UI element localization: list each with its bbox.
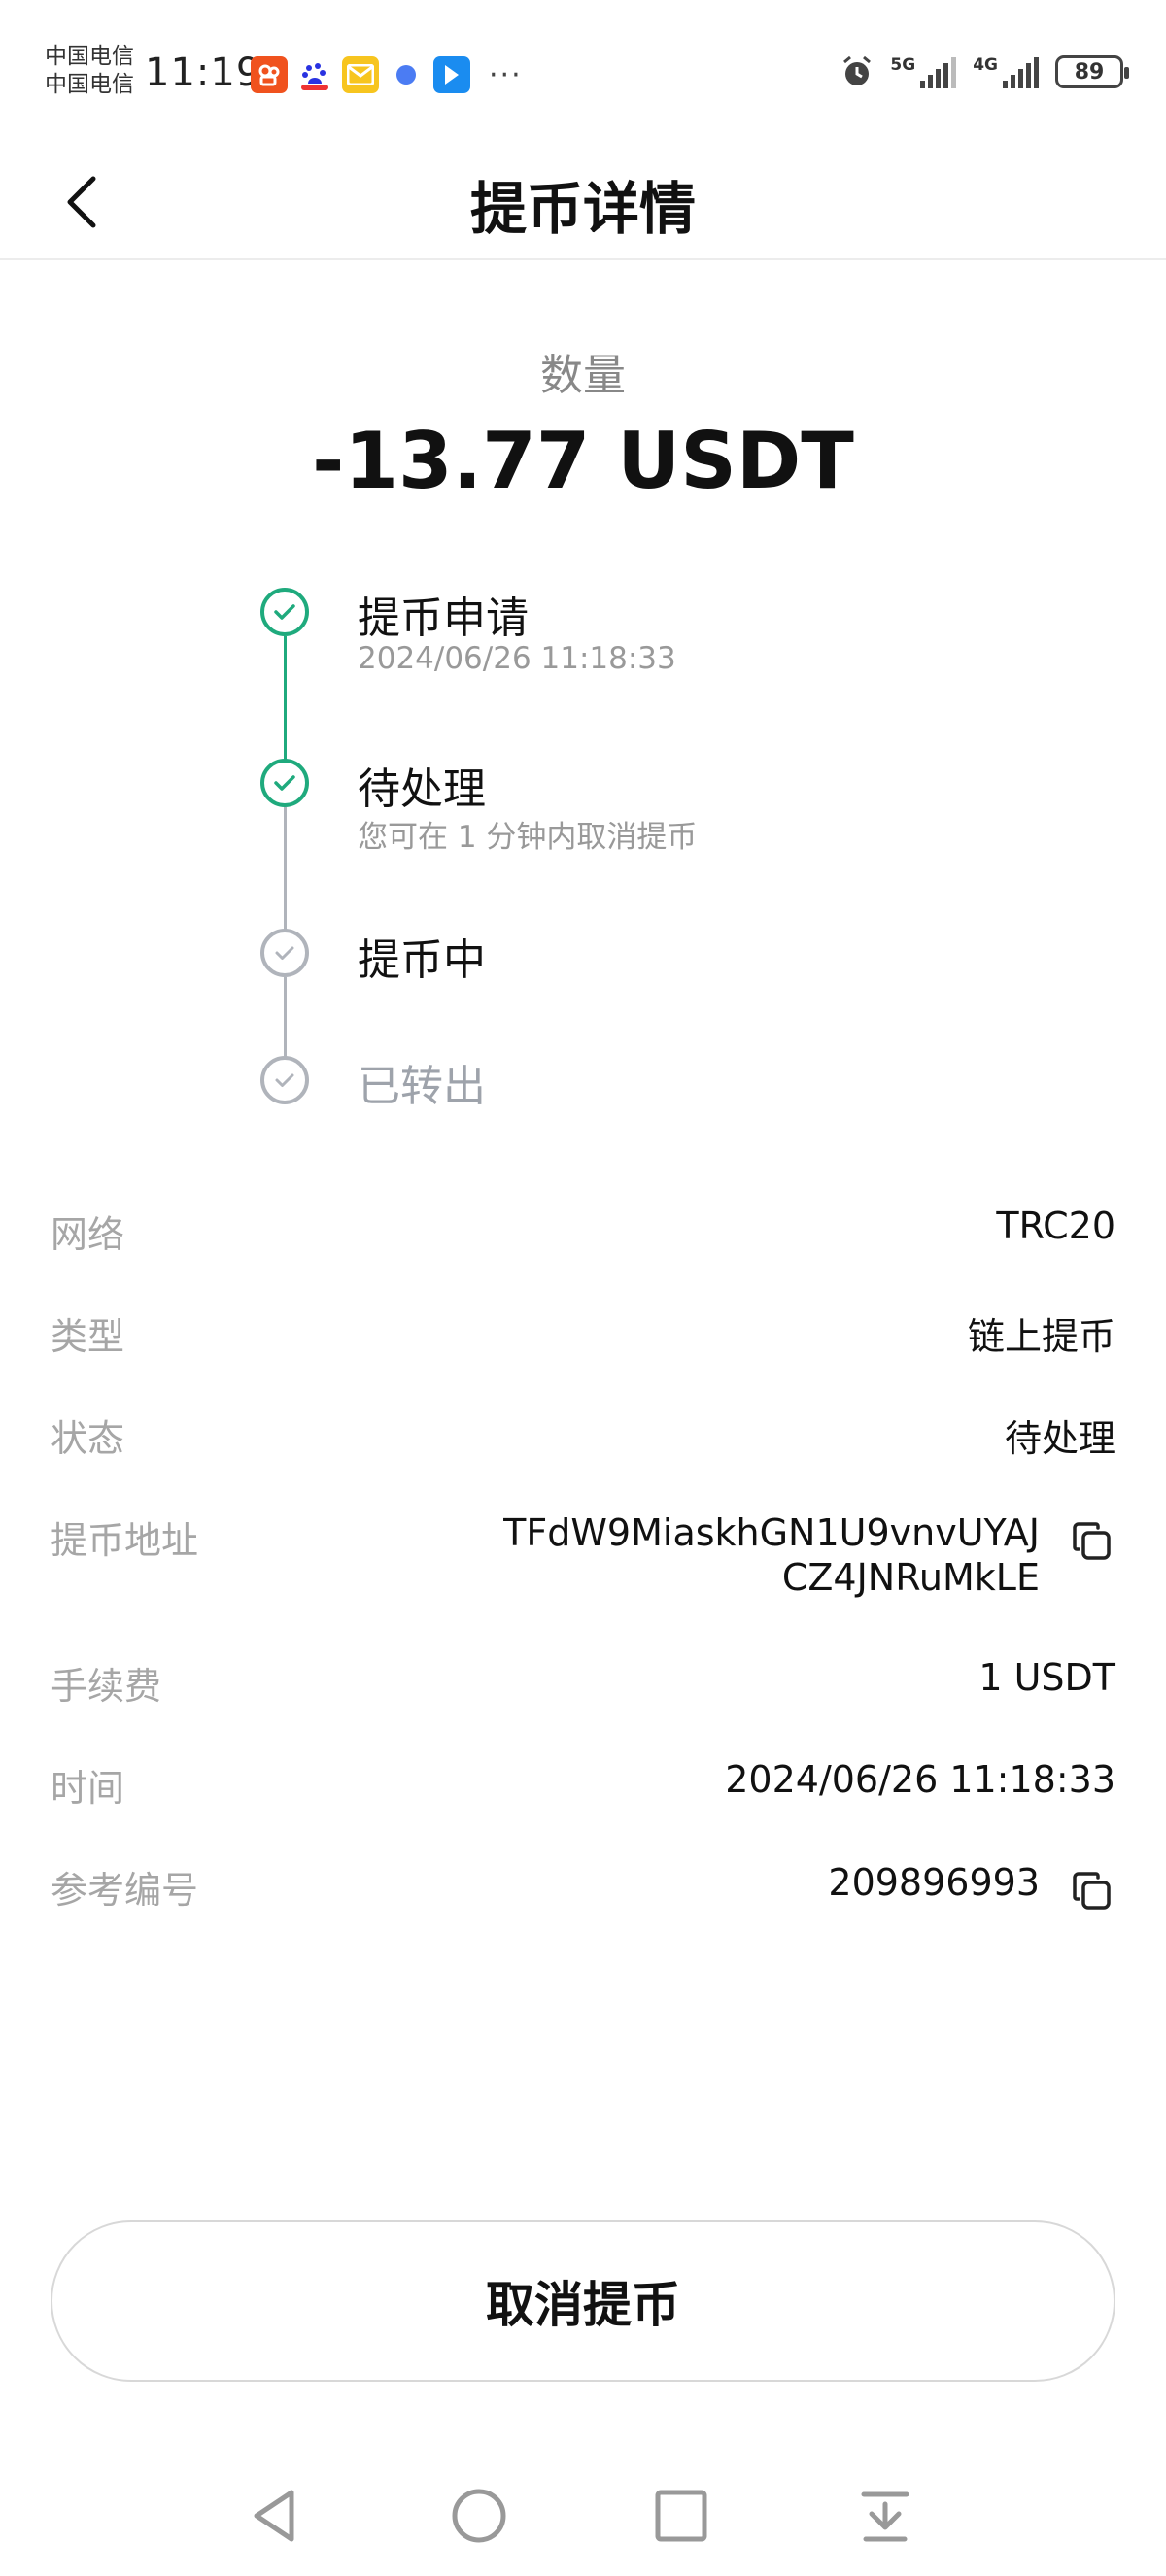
timeline-connector-pending (284, 807, 287, 948)
copy-address-button[interactable] (1069, 1518, 1115, 1565)
status-label: 状态 (51, 1417, 125, 1460)
copy-reference-button[interactable] (1069, 1868, 1115, 1915)
fee-label: 手续费 (51, 1665, 162, 1708)
network-label-5g: 5G (890, 55, 916, 75)
baidu-icon (296, 56, 333, 93)
circle-home-icon (452, 2489, 506, 2543)
address-value: TFdW9MiaskhGN1U9vnvUYAJ CZ4JNRuMkLE (503, 1510, 1040, 1600)
more-notifications-icon: ··· (489, 57, 523, 92)
step-pending-icon (260, 929, 309, 977)
triangle-back-icon (254, 2490, 294, 2542)
signal-4g-icon: 4G (973, 55, 1040, 88)
address-line-1: TFdW9MiaskhGN1U9vnvUYAJ (503, 1511, 1040, 1554)
page-title: 提币详情 (469, 176, 696, 242)
step-4-title: 已转出 (358, 1062, 486, 1111)
carrier-info: 中国电信 中国电信 (45, 43, 134, 99)
system-indicators: 5G 4G 89 (840, 54, 1129, 89)
withdraw-details: 网络 TRC20 类型 链上提币 状态 待处理 提币地址 TFdW9Miaskh… (51, 1204, 1115, 1962)
step-check-icon (260, 759, 309, 807)
network-value: TRC20 (996, 1204, 1115, 1247)
detail-row-time: 时间 2024/06/26 11:18:33 (51, 1758, 1115, 1860)
fee-value: 1 USDT (978, 1656, 1115, 1699)
step-1-time: 2024/06/26 11:18:33 (358, 641, 676, 676)
reference-value: 209896993 (828, 1861, 1040, 1904)
step-check-icon (260, 588, 309, 636)
address-line-2: CZ4JNRuMkLE (781, 1556, 1040, 1599)
detail-row-reference: 参考编号 209896993 (51, 1860, 1115, 1962)
page-header: 提币详情 (0, 126, 1166, 260)
cancel-withdraw-button[interactable]: 取消提币 (51, 2220, 1115, 2382)
step-pending-icon (260, 1056, 309, 1104)
detail-row-fee: 手续费 1 USDT (51, 1656, 1115, 1758)
reference-label: 参考编号 (51, 1869, 199, 1912)
detail-row-address: 提币地址 TFdW9MiaskhGN1U9vnvUYAJ CZ4JNRuMkLE (51, 1510, 1115, 1656)
kuaishou-icon (251, 56, 288, 93)
network-label: 网络 (51, 1213, 125, 1256)
pull-down-icon (861, 2491, 909, 2542)
mail-icon (342, 56, 379, 93)
amount-label: 数量 (540, 351, 626, 400)
step-2-title: 待处理 (358, 764, 486, 814)
nav-back-button[interactable] (237, 2477, 315, 2555)
notification-icons: ··· (251, 56, 523, 93)
nav-notification-button[interactable] (846, 2477, 924, 2555)
dot-app-icon (388, 56, 425, 93)
alarm-icon (843, 55, 872, 85)
copy-icon (1073, 1522, 1111, 1560)
status-value: 待处理 (1004, 1417, 1115, 1460)
copy-icon (1073, 1872, 1111, 1910)
step-3-title: 提币中 (358, 935, 486, 985)
timeline-connector-done (284, 636, 287, 763)
status-clock: 11:19 (145, 51, 262, 95)
detail-row-status: 状态 待处理 (51, 1408, 1115, 1510)
feishu-icon (433, 56, 470, 93)
type-label: 类型 (51, 1315, 125, 1358)
amount-value: -13.77 USDT (312, 416, 854, 506)
signal-5g-icon: 5G (890, 55, 957, 88)
carrier-1: 中国电信 (45, 44, 134, 69)
battery-icon: 89 (1055, 55, 1129, 88)
status-bar: 中国电信 中国电信 11:19 ··· 5G 4G 89 (0, 0, 1166, 126)
step-1-title: 提币申请 (358, 593, 529, 643)
time-value: 2024/06/26 11:18:33 (725, 1758, 1115, 1801)
step-2-note: 您可在 1 分钟内取消提币 (358, 820, 698, 855)
nav-recents-button[interactable] (642, 2477, 720, 2555)
detail-row-network: 网络 TRC20 (51, 1204, 1115, 1306)
detail-row-type: 类型 链上提币 (51, 1306, 1115, 1408)
nav-home-button[interactable] (440, 2477, 518, 2555)
time-label: 时间 (51, 1767, 125, 1810)
network-label-4g: 4G (973, 55, 998, 75)
type-value: 链上提币 (967, 1315, 1115, 1358)
address-label: 提币地址 (51, 1519, 199, 1562)
withdraw-progress-timeline: 提币申请 2024/06/26 11:18:33 待处理 您可在 1 分钟内取消… (253, 583, 933, 1127)
system-navigation-bar (0, 2467, 1166, 2576)
square-recents-icon (655, 2490, 707, 2542)
carrier-2: 中国电信 (45, 72, 134, 97)
